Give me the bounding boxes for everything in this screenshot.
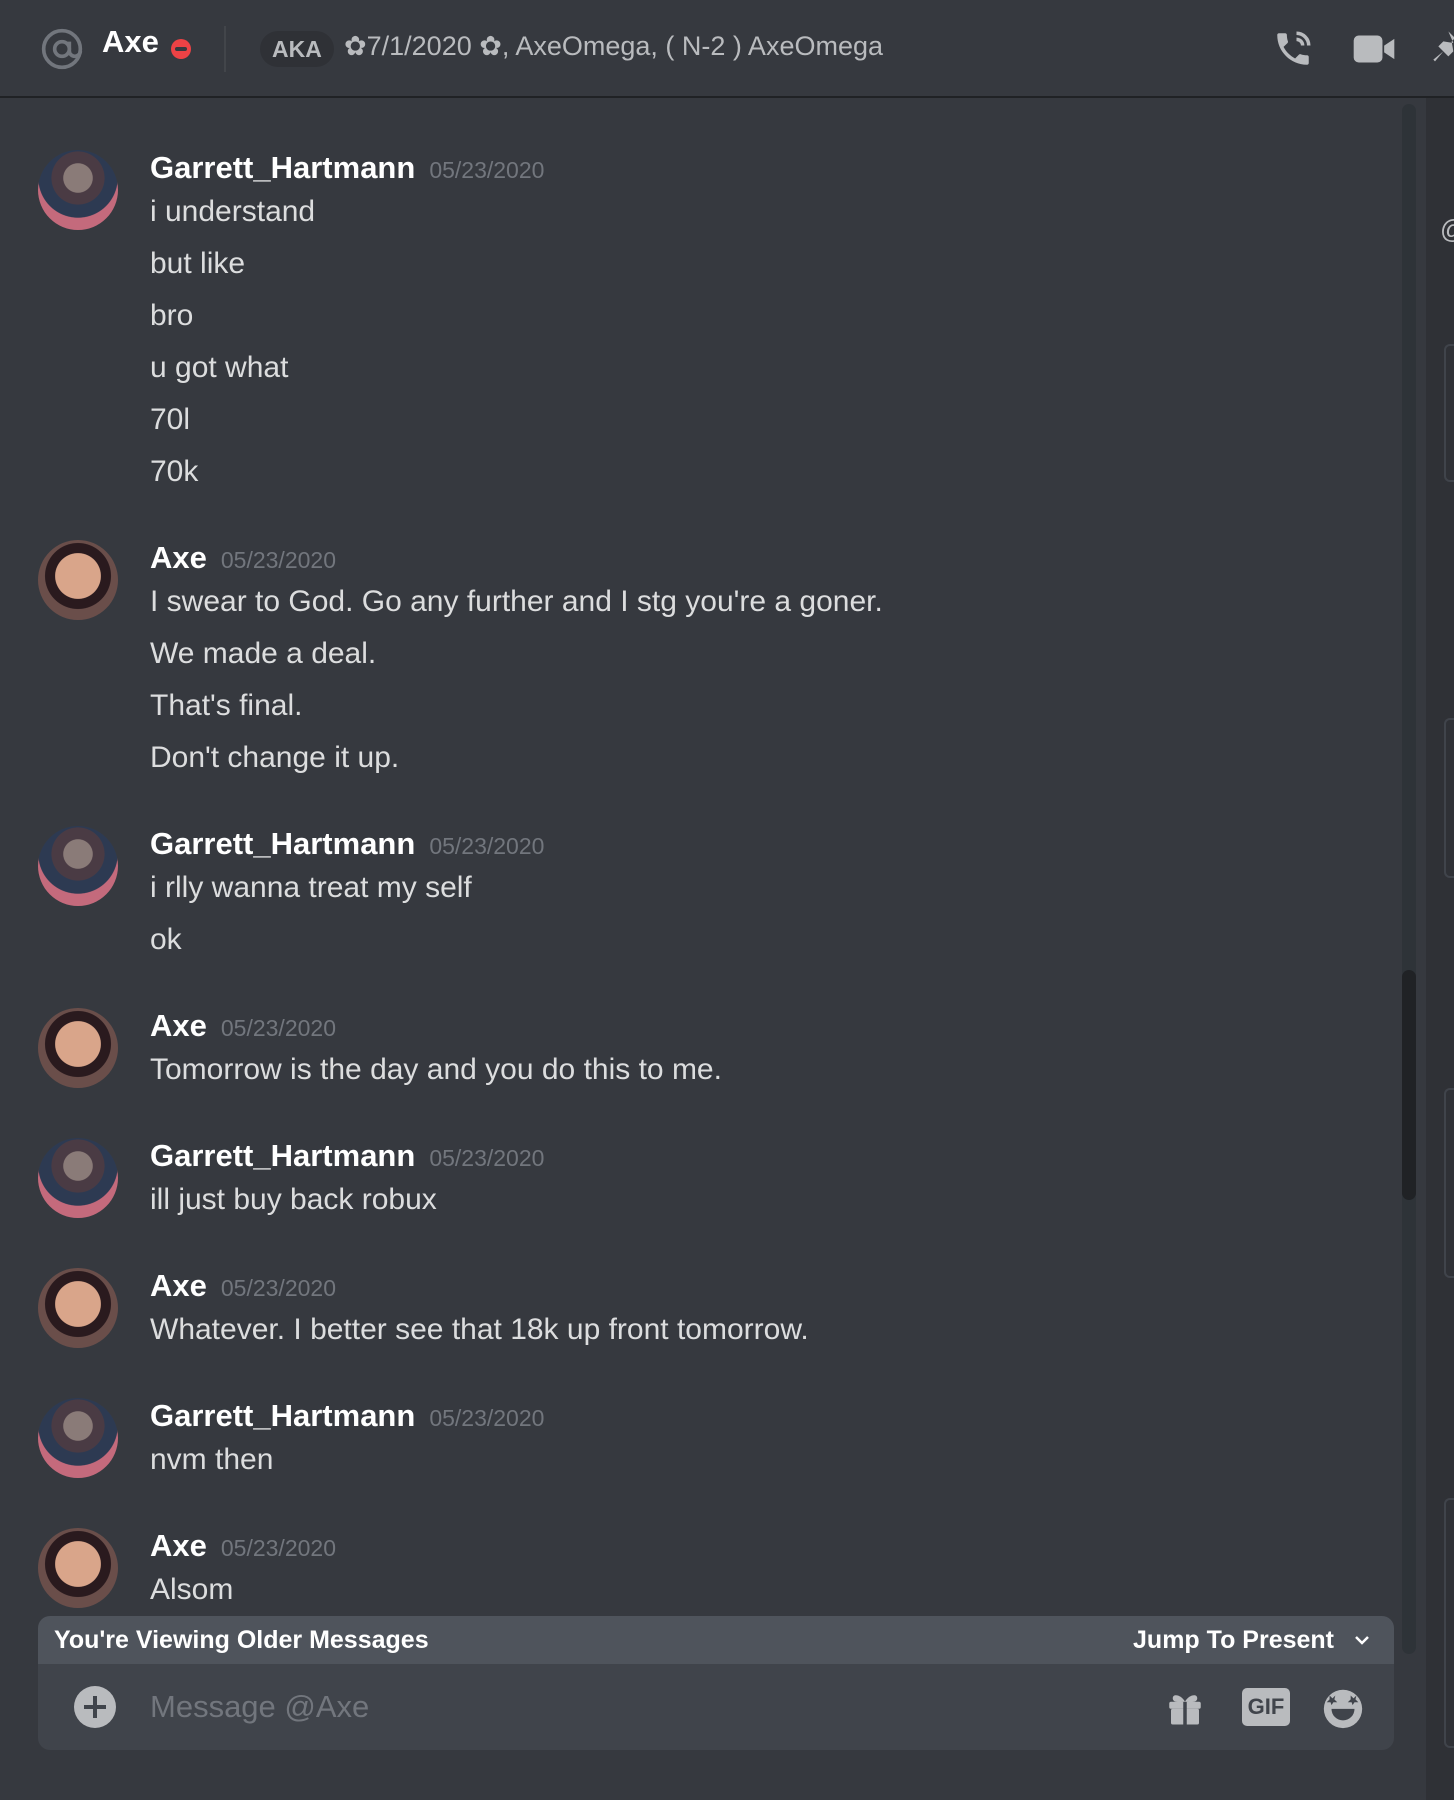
gif-button[interactable]: GIF bbox=[1242, 1688, 1290, 1726]
older-messages-text: You're Viewing Older Messages bbox=[54, 1626, 429, 1654]
message-timestamp: 05/23/2020 bbox=[429, 1145, 545, 1171]
message-text: ok bbox=[150, 923, 182, 956]
user-avatar[interactable] bbox=[38, 1268, 118, 1348]
message-text: Tomorrow is the day and you do this to m… bbox=[150, 1053, 722, 1086]
jump-to-present-button[interactable]: Jump To Present bbox=[1133, 1626, 1334, 1655]
do-not-disturb-status-icon bbox=[171, 39, 191, 59]
gift-icon[interactable] bbox=[1164, 1686, 1206, 1728]
message-author[interactable]: Axe 05/23/2020 bbox=[150, 1008, 336, 1044]
message-author[interactable]: Garrett_Hartmann 05/23/2020 bbox=[150, 1138, 544, 1174]
message-timestamp: 05/23/2020 bbox=[220, 1015, 336, 1041]
message-text: ill just buy back robux bbox=[150, 1183, 437, 1216]
message-text: 70l bbox=[150, 403, 191, 436]
dm-recipient-name[interactable]: Axe bbox=[102, 24, 159, 60]
user-avatar[interactable] bbox=[38, 1008, 118, 1088]
message-text: u got what bbox=[150, 351, 289, 384]
message-timestamp: 05/23/2020 bbox=[220, 1535, 336, 1561]
message-text: I swear to God. Go any further and I stg… bbox=[150, 585, 883, 618]
mention-icon: @ bbox=[1440, 214, 1454, 245]
older-messages-bar: You're Viewing Older Messages Jump To Pr… bbox=[38, 1616, 1394, 1666]
add-attachment-button[interactable] bbox=[74, 1686, 116, 1728]
message-text: nvm then bbox=[150, 1443, 274, 1476]
user-avatar[interactable] bbox=[38, 540, 118, 620]
user-avatar[interactable] bbox=[38, 1398, 118, 1478]
emoji-icon[interactable] bbox=[1320, 1684, 1366, 1730]
message-author[interactable]: Garrett_Hartmann 05/23/2020 bbox=[150, 150, 544, 186]
message-text: We made a deal. bbox=[150, 637, 377, 670]
strip-segment bbox=[1444, 1498, 1454, 1748]
header-divider bbox=[224, 26, 226, 72]
message-text: Alsom bbox=[150, 1573, 234, 1606]
message-author[interactable]: Axe 05/23/2020 bbox=[150, 1528, 336, 1564]
nickname-list: ✿7/1/2020 ✿, AxeOmega, ( N-2 ) AxeOmega bbox=[344, 31, 883, 61]
strip-segment bbox=[1444, 1088, 1454, 1278]
message-author[interactable]: Axe 05/23/2020 bbox=[150, 540, 336, 576]
message-text: but like bbox=[150, 247, 246, 280]
scrollbar-track[interactable] bbox=[1402, 104, 1416, 1654]
user-avatar[interactable] bbox=[38, 826, 118, 906]
member-list-strip bbox=[1426, 98, 1454, 1800]
message-author[interactable]: Axe 05/23/2020 bbox=[150, 1268, 336, 1304]
message-text: Whatever. I better see that 18k up front… bbox=[150, 1313, 809, 1346]
message-timestamp: 05/23/2020 bbox=[220, 1275, 336, 1301]
message-timestamp: 05/23/2020 bbox=[429, 833, 545, 859]
message-text: i rlly wanna treat my self bbox=[150, 871, 472, 904]
aka-badge: AKA bbox=[260, 31, 334, 67]
message-text: Don't change it up. bbox=[150, 741, 400, 774]
scrollbar-thumb[interactable] bbox=[1402, 970, 1416, 1200]
user-avatar[interactable] bbox=[38, 150, 118, 230]
message-text: i understand bbox=[150, 195, 316, 228]
message-author[interactable]: Garrett_Hartmann 05/23/2020 bbox=[150, 826, 544, 862]
at-sign-icon bbox=[41, 28, 83, 70]
video-call-icon[interactable] bbox=[1352, 32, 1396, 66]
strip-segment bbox=[1444, 344, 1454, 482]
message-timestamp: 05/23/2020 bbox=[220, 547, 336, 573]
message-timestamp: 05/23/2020 bbox=[429, 1405, 545, 1431]
user-avatar[interactable] bbox=[38, 1138, 118, 1218]
chevron-down-icon[interactable] bbox=[1352, 1630, 1372, 1650]
message-text: bro bbox=[150, 299, 194, 332]
message-text: 70k bbox=[150, 455, 199, 488]
message-composer: GIF bbox=[38, 1664, 1394, 1750]
message-input[interactable] bbox=[150, 1682, 1150, 1732]
channel-header: Axe AKA ✿7/1/2020 ✿, AxeOmega, ( N-2 ) A… bbox=[0, 0, 1454, 98]
strip-segment bbox=[1444, 718, 1454, 878]
message-text: That's final. bbox=[150, 689, 303, 722]
message-author[interactable]: Garrett_Hartmann 05/23/2020 bbox=[150, 1398, 544, 1434]
pinned-messages-icon[interactable] bbox=[1430, 28, 1454, 68]
voice-call-icon[interactable] bbox=[1272, 28, 1314, 70]
user-avatar[interactable] bbox=[38, 1528, 118, 1608]
message-timestamp: 05/23/2020 bbox=[429, 157, 545, 183]
